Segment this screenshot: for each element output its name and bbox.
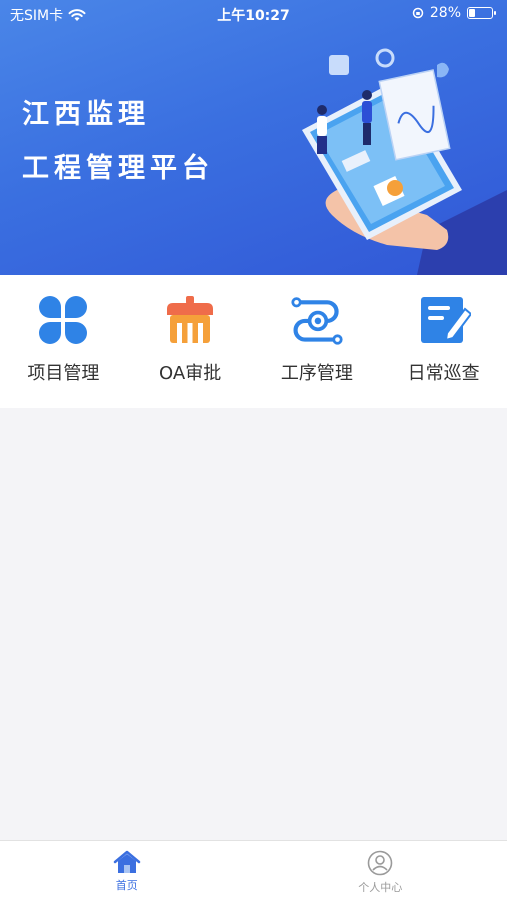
- note-edit-icon: [417, 293, 471, 347]
- menu-label-project: 项目管理: [27, 363, 100, 384]
- process-gear-icon: [290, 293, 344, 347]
- tab-profile[interactable]: 个人中心: [254, 841, 507, 900]
- menu-label-process: 工序管理: [280, 363, 353, 384]
- menu-item-project[interactable]: 项目管理: [0, 275, 127, 408]
- tab-home[interactable]: 首页: [0, 841, 254, 900]
- hand-phone-illustration: [302, 48, 507, 275]
- tab-home-label: 首页: [115, 879, 138, 892]
- user-circle-icon: [367, 850, 393, 876]
- menu-item-inspection[interactable]: 日常巡查: [380, 275, 507, 408]
- menu-item-oa[interactable]: OA审批: [127, 275, 254, 408]
- menu-item-process[interactable]: 工序管理: [254, 275, 381, 408]
- function-menu: 项目管理 OA审批 工序管理 日常巡查: [0, 275, 507, 408]
- battery-level: [469, 9, 475, 17]
- status-bar: 无SIM卡 上午10:27 28%: [0, 0, 507, 28]
- rotation-lock-icon: [412, 7, 424, 19]
- banner-title-line1: 江西监理: [22, 99, 150, 130]
- bottom-tab-bar: 首页 个人中心: [0, 840, 507, 900]
- banner-title-line2: 工程管理平台: [22, 153, 214, 184]
- menu-label-inspection: 日常巡查: [407, 363, 480, 384]
- menu-label-oa: OA审批: [159, 363, 222, 384]
- battery-percent: 28%: [429, 5, 461, 21]
- storefront-icon: [163, 293, 217, 347]
- home-icon: [113, 850, 140, 873]
- battery-icon: [467, 7, 496, 19]
- header-banner: 无SIM卡 上午10:27 28% 江西监理 工程管理平台: [0, 0, 507, 275]
- clover-grid-icon: [36, 293, 90, 347]
- tab-profile-label: 个人中心: [358, 881, 403, 894]
